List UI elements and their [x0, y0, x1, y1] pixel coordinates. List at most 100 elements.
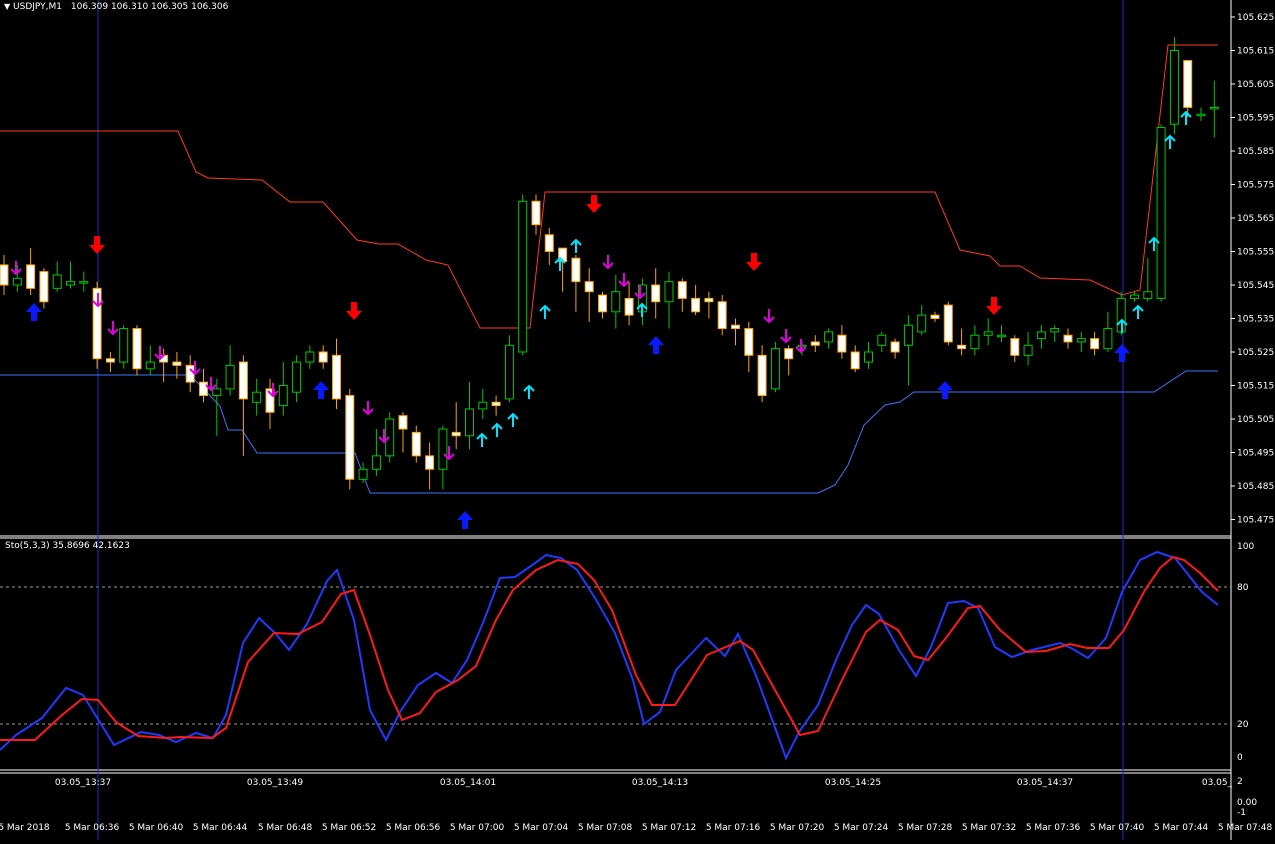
candle-body: [810, 341, 820, 346]
bull-candle: [252, 378, 262, 416]
time-label-bottom: 5 Mar 06:36: [65, 823, 120, 833]
candle-body: [79, 281, 89, 284]
bear-candle: [584, 268, 594, 322]
bull-candle: [970, 325, 980, 356]
small-up-arrow-icon: [523, 384, 535, 399]
stochastic-lines: [0, 550, 1219, 761]
bear-candle: [451, 402, 461, 450]
stoch-tick-label: 20: [1237, 720, 1249, 730]
candle-body: [1143, 291, 1153, 299]
small-up-arrow-icon: [539, 304, 551, 319]
bear-candle: [651, 268, 661, 319]
candle-body: [651, 284, 661, 303]
stoch-tick-label: 0: [1237, 753, 1243, 763]
candle-body: [691, 297, 701, 313]
candle-body: [371, 455, 381, 470]
buy-arrow-icon: [313, 381, 329, 399]
bull-candle: [917, 305, 927, 336]
candle-body: [411, 431, 421, 457]
time-label-bottom: 5 Mar 07:20: [770, 823, 825, 833]
candle-body: [837, 334, 847, 353]
bull-candle: [465, 382, 474, 450]
bull-candle: [611, 274, 621, 329]
candle-body: [903, 324, 913, 346]
time-label-top: 03.05_14:01: [440, 778, 496, 788]
candle-body: [238, 361, 248, 400]
bull-candle: [66, 261, 75, 289]
time-label-bottom: 5 Mar 07:16: [706, 823, 761, 833]
bear-candle: [624, 281, 634, 326]
bear-candle: [345, 388, 355, 490]
candle-body: [185, 364, 195, 383]
bull-candle: [903, 315, 913, 386]
bear-candle: [744, 321, 754, 373]
candle-body: [997, 334, 1006, 338]
bull-candle: [52, 261, 62, 292]
candle-body: [1010, 338, 1020, 356]
bear-candle: [717, 295, 727, 336]
bear-candle: [491, 395, 501, 416]
bear-candle: [850, 345, 860, 373]
candle-body: [1209, 106, 1219, 110]
time-label-bottom: 5 Mar 06:44: [193, 823, 248, 833]
small-up-arrow-icon: [507, 412, 519, 427]
candle-body: [52, 274, 62, 289]
bull-candle: [1036, 325, 1046, 349]
bear-candle: [0, 254, 9, 296]
bottom-panel-tick-label: -1: [1237, 808, 1246, 818]
candle-body: [345, 395, 355, 480]
bear-candle: [571, 254, 581, 312]
bull-candle: [518, 194, 528, 356]
candle-body: [717, 301, 727, 330]
candle-body: [105, 358, 115, 363]
candle-body: [1183, 60, 1193, 108]
time-label-bottom: 5 Mar 07:08: [578, 823, 633, 833]
price-tick-label: 105.475: [1237, 516, 1274, 526]
bear-candle: [1183, 60, 1193, 118]
stoch-tick-label: 100: [1237, 542, 1254, 552]
bear-candle: [677, 278, 687, 312]
bear-candle: [132, 325, 142, 376]
price-tick-label: 105.615: [1237, 47, 1274, 57]
buy-arrow-icon: [26, 303, 42, 321]
bear-candle: [757, 345, 767, 403]
candle-body: [704, 297, 714, 303]
candle-body: [824, 331, 834, 343]
mt4-chart-window[interactable]: 105.625 105.615 105.605 105.595 105.585 105.5…: [0, 0, 1275, 840]
candle-body: [664, 281, 674, 303]
candle-body: [66, 281, 75, 286]
candle-body: [757, 354, 767, 397]
small-down-arrow-icon: [763, 309, 775, 324]
price-tick-label: 105.545: [1237, 281, 1274, 291]
candle-body: [983, 331, 993, 336]
candle-body: [624, 297, 634, 316]
bull-candle: [504, 335, 514, 403]
time-label-top: 03.05_14:25: [825, 778, 881, 788]
chart-canvas[interactable]: 105.625 105.615 105.605 105.595 105.585 105.5…: [0, 0, 1275, 840]
bull-candle: [1209, 80, 1219, 138]
small-up-arrow-icon: [476, 432, 488, 447]
bull-candle: [864, 341, 873, 369]
price-tick-label: 105.515: [1237, 382, 1274, 392]
candle-body: [252, 391, 262, 403]
candle-body: [1130, 294, 1139, 299]
time-label-top: 03.05_13:49: [247, 778, 303, 788]
chart-menu-triangle-icon[interactable]: ▼: [4, 2, 10, 11]
bear-candle: [398, 412, 408, 453]
candle-body: [12, 277, 22, 286]
bull-candle: [997, 325, 1006, 342]
candle-body: [1090, 338, 1100, 350]
candle-body: [491, 401, 501, 407]
price-tick-label: 105.605: [1237, 80, 1274, 90]
bear-candle: [531, 194, 541, 235]
bull-candle: [983, 318, 993, 346]
time-label-bottom: 5 Mar 06:56: [386, 823, 441, 833]
bear-candle: [704, 291, 714, 319]
candle-body: [465, 408, 474, 437]
bull-candle: [664, 271, 674, 329]
small-down-arrow-icon: [618, 273, 630, 288]
candle-body: [544, 234, 554, 252]
bear-candle: [411, 425, 421, 463]
bull-candle: [119, 325, 129, 369]
time-label-bottom: 5 Mar 06:40: [129, 823, 184, 833]
